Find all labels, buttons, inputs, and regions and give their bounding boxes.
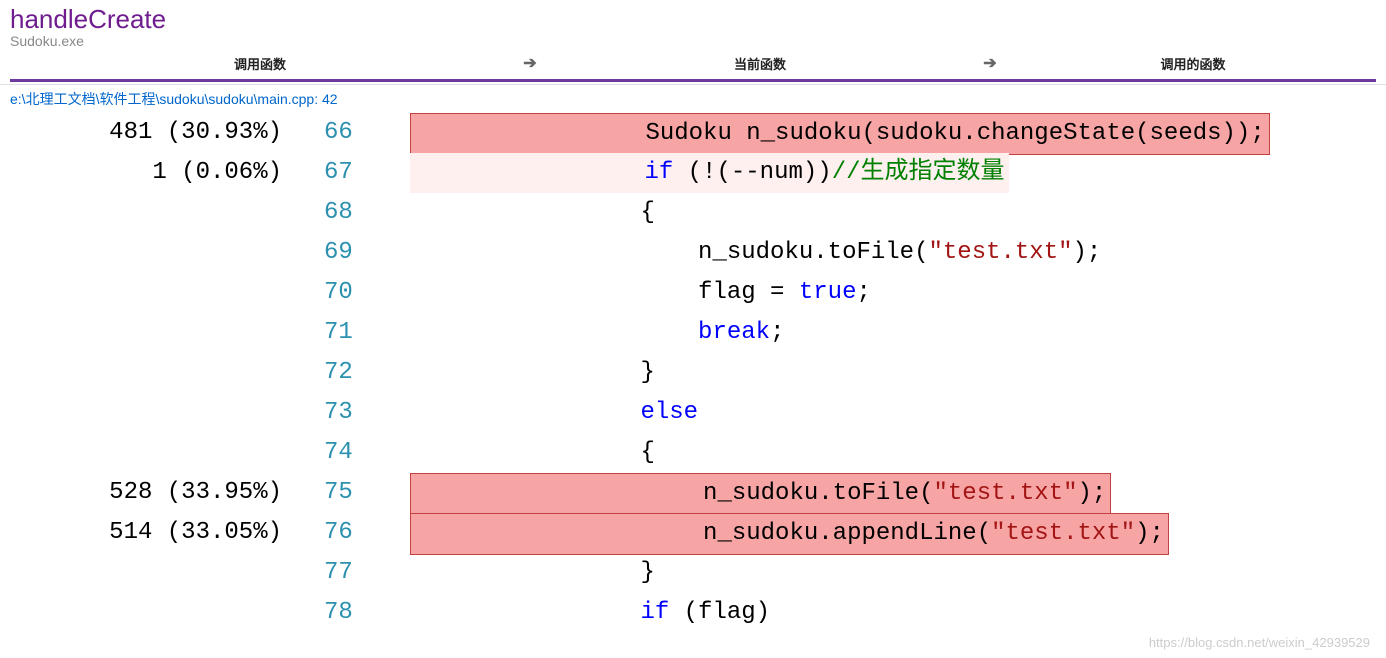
- code-cell: flag = true;: [380, 273, 1386, 313]
- code-row[interactable]: 514 (33.05%)76 n_sudoku.appendLine("test…: [0, 513, 1386, 553]
- line-number: 75: [300, 473, 380, 513]
- code-cell: else: [380, 393, 1386, 433]
- watermark-text: https://blog.csdn.net/weixin_42939529: [1149, 635, 1370, 650]
- profiler-header: handleCreate Sudoku.exe 调用函数 ➔ 当前函数 ➔ 调用…: [0, 0, 1386, 85]
- code-row[interactable]: 77 }: [0, 553, 1386, 593]
- code-cell: {: [380, 193, 1386, 233]
- line-number: 73: [300, 393, 380, 433]
- module-name: Sudoku.exe: [10, 33, 1376, 49]
- code-row[interactable]: 528 (33.95%)75 n_sudoku.toFile("test.txt…: [0, 473, 1386, 513]
- column-called: 调用的函数: [1010, 54, 1376, 73]
- line-number: 68: [300, 193, 380, 233]
- code-cell: if (flag): [380, 593, 1386, 633]
- metric-cell: 528 (33.95%): [0, 473, 300, 513]
- metric-cell: [0, 393, 300, 433]
- code-cell: }: [380, 353, 1386, 393]
- code-cell: n_sudoku.toFile("test.txt");: [380, 473, 1386, 513]
- code-row[interactable]: 1 (0.06%)67 if (!(--num))//生成指定数量: [0, 153, 1386, 193]
- code-row[interactable]: 71 break;: [0, 313, 1386, 353]
- line-number: 67: [300, 153, 380, 193]
- code-row[interactable]: 481 (30.93%)66 Sudoku n_sudoku(sudoku.ch…: [0, 113, 1386, 153]
- code-cell: n_sudoku.toFile("test.txt");: [380, 233, 1386, 273]
- function-name: handleCreate: [10, 4, 1376, 35]
- code-row[interactable]: 72 }: [0, 353, 1386, 393]
- line-number: 76: [300, 513, 380, 553]
- code-cell: if (!(--num))//生成指定数量: [380, 153, 1386, 193]
- line-number: 71: [300, 313, 380, 353]
- code-row[interactable]: 73 else: [0, 393, 1386, 433]
- metric-cell: 1 (0.06%): [0, 153, 300, 193]
- metric-cell: [0, 233, 300, 273]
- column-headers-row: 调用函数 ➔ 当前函数 ➔ 调用的函数: [10, 49, 1376, 82]
- arrow-right-icon: ➔: [970, 53, 1010, 73]
- metric-cell: 514 (33.05%): [0, 513, 300, 553]
- code-row[interactable]: 78 if (flag): [0, 593, 1386, 633]
- metric-cell: [0, 313, 300, 353]
- column-calling: 调用函数: [10, 54, 510, 73]
- code-cell: n_sudoku.appendLine("test.txt");: [380, 513, 1386, 553]
- line-number: 74: [300, 433, 380, 473]
- code-row[interactable]: 69 n_sudoku.toFile("test.txt");: [0, 233, 1386, 273]
- line-number: 69: [300, 233, 380, 273]
- code-cell: Sudoku n_sudoku(sudoku.changeState(seeds…: [380, 113, 1386, 153]
- metric-cell: [0, 593, 300, 633]
- metric-cell: [0, 553, 300, 593]
- line-number: 77: [300, 553, 380, 593]
- code-listing: 481 (30.93%)66 Sudoku n_sudoku(sudoku.ch…: [0, 113, 1386, 633]
- arrow-right-icon: ➔: [510, 53, 550, 73]
- metric-cell: [0, 433, 300, 473]
- code-cell: {: [380, 433, 1386, 473]
- code-cell: }: [380, 553, 1386, 593]
- column-current: 当前函数: [550, 54, 970, 73]
- file-path-link[interactable]: e:\北理工文档\软件工程\sudoku\sudoku\main.cpp: 42: [0, 85, 1386, 113]
- metric-cell: [0, 273, 300, 313]
- code-row[interactable]: 74 {: [0, 433, 1386, 473]
- code-cell: break;: [380, 313, 1386, 353]
- metric-cell: 481 (30.93%): [0, 113, 300, 153]
- line-number: 78: [300, 593, 380, 633]
- code-row[interactable]: 70 flag = true;: [0, 273, 1386, 313]
- metric-cell: [0, 353, 300, 393]
- line-number: 72: [300, 353, 380, 393]
- line-number: 66: [300, 113, 380, 153]
- code-row[interactable]: 68 {: [0, 193, 1386, 233]
- metric-cell: [0, 193, 300, 233]
- line-number: 70: [300, 273, 380, 313]
